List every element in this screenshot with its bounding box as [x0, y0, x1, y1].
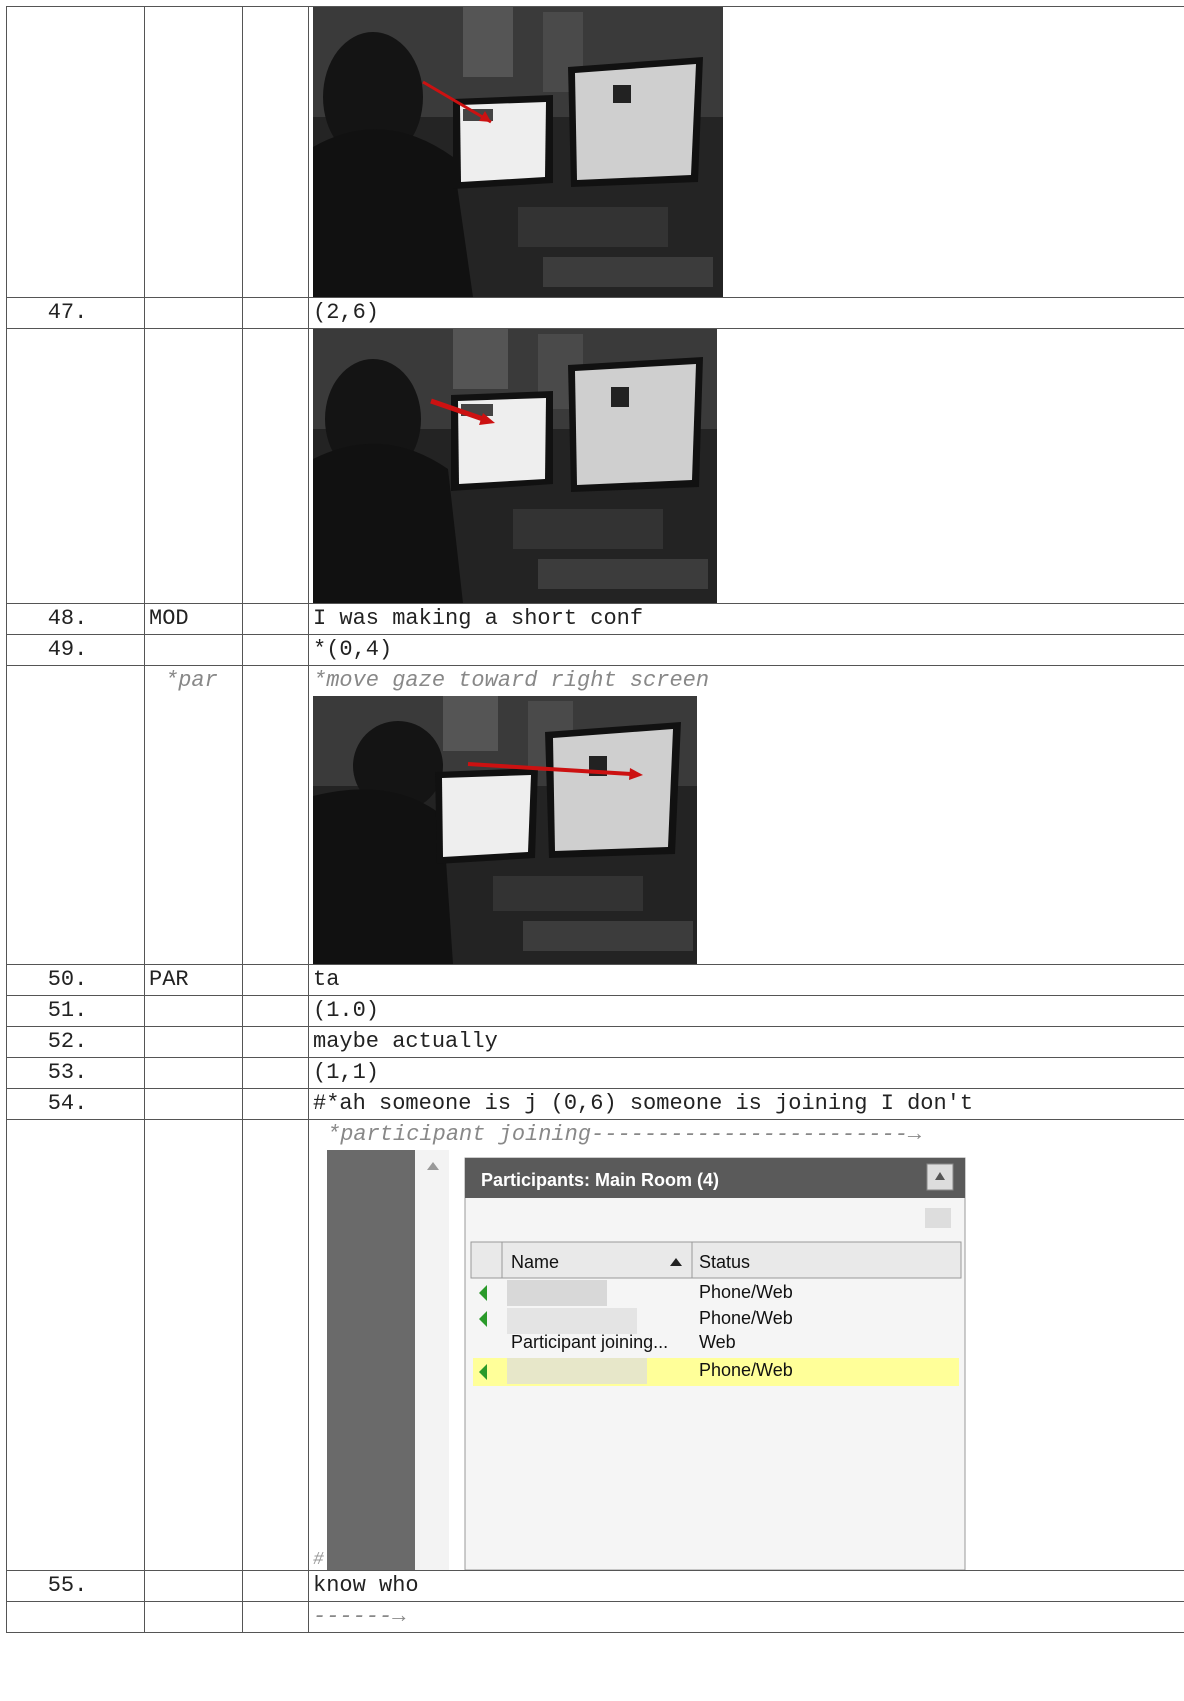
table-row: 50. PAR ta — [6, 964, 1184, 996]
transcript-text: know who — [308, 1570, 1184, 1602]
speaker — [144, 1026, 243, 1058]
col-name: Name — [511, 1252, 559, 1272]
line-number: 50. — [6, 964, 145, 996]
status-1: Phone/Web — [699, 1282, 793, 1302]
table-row: ------→ — [6, 1601, 1184, 1633]
video-frame-gaze-right-screen — [313, 696, 697, 964]
video-frame-gaze-left-screen — [313, 7, 723, 297]
table-row: 55. know who — [6, 1570, 1184, 1602]
status-4: Phone/Web — [699, 1360, 793, 1380]
scroll-pane — [327, 1150, 415, 1570]
transcript-text: maybe actually — [308, 1026, 1184, 1058]
line-number: 48. — [6, 603, 145, 635]
speaker — [144, 6, 243, 298]
speaker: PAR — [144, 964, 243, 996]
transcript-text: (1.0) — [308, 995, 1184, 1027]
table-row: 51. (1.0) — [6, 995, 1184, 1027]
transcript-text: *(0,4) — [308, 634, 1184, 666]
gesture-annotation: *move gaze toward right screen — [313, 668, 710, 693]
table-row: *par *move gaze toward right screen — [6, 665, 1184, 965]
speaker: MOD — [144, 603, 243, 635]
table-row: 52. maybe actually — [6, 1026, 1184, 1058]
table-row: 53. (1,1) — [6, 1057, 1184, 1089]
status-3: Web — [699, 1332, 736, 1352]
speaker — [144, 1088, 243, 1120]
line-number: 51. — [6, 995, 145, 1027]
transcript-table: 47. (2,6) 48. MOD I was making a short c… — [6, 6, 1184, 1633]
table-row: 47. (2,6) — [6, 297, 1184, 329]
line-number: 55. — [6, 1570, 145, 1602]
line-number: 47. — [6, 297, 145, 329]
speaker: *par — [144, 665, 243, 965]
transcript-text: ------→ — [308, 1601, 1184, 1633]
gesture-annotation: *participant joining--------------------… — [327, 1122, 922, 1147]
line-number: 49. — [6, 634, 145, 666]
speaker — [144, 995, 243, 1027]
speaker — [144, 1119, 243, 1571]
table-row: 49. *(0,4) — [6, 634, 1184, 666]
col-status: Status — [699, 1252, 750, 1272]
line-number: 53. — [6, 1057, 145, 1089]
table-row: 54. #*ah someone is j (0,6) someone is j… — [6, 1088, 1184, 1120]
speaker — [144, 634, 243, 666]
table-row — [6, 328, 1184, 604]
line-number — [6, 665, 145, 965]
speaker — [144, 328, 243, 604]
scrollbar — [415, 1150, 449, 1570]
table-row: 48. MOD I was making a short conf — [6, 603, 1184, 635]
transcript-text: ta — [308, 964, 1184, 996]
speaker — [144, 1057, 243, 1089]
transcript-text: #*ah someone is j (0,6) someone is joini… — [308, 1088, 1184, 1120]
line-number — [6, 328, 145, 604]
line-number: 52. — [6, 1026, 145, 1058]
table-row — [6, 6, 1184, 298]
joining-name: Participant joining... — [511, 1332, 668, 1352]
video-frame-gaze-left-screen — [313, 329, 717, 603]
participants-panel-screenshot: # Participants: Main Room (4) Name Statu… — [313, 1150, 1015, 1570]
table-row: *participant joining--------------------… — [6, 1119, 1184, 1571]
line-number — [6, 1119, 145, 1571]
transcript-text: I was making a short conf — [308, 603, 1184, 635]
speaker — [144, 1570, 243, 1602]
line-number: 54. — [6, 1088, 145, 1120]
speaker — [144, 1601, 243, 1633]
transcript-text: (2,6) — [308, 297, 1184, 329]
panel-title: Participants: Main Room (4) — [481, 1170, 719, 1190]
status-2: Phone/Web — [699, 1308, 793, 1328]
speaker — [144, 297, 243, 329]
hash-mark: # — [313, 1550, 324, 1570]
line-number — [6, 1601, 145, 1633]
line-number — [6, 6, 145, 298]
transcript-text: (1,1) — [308, 1057, 1184, 1089]
